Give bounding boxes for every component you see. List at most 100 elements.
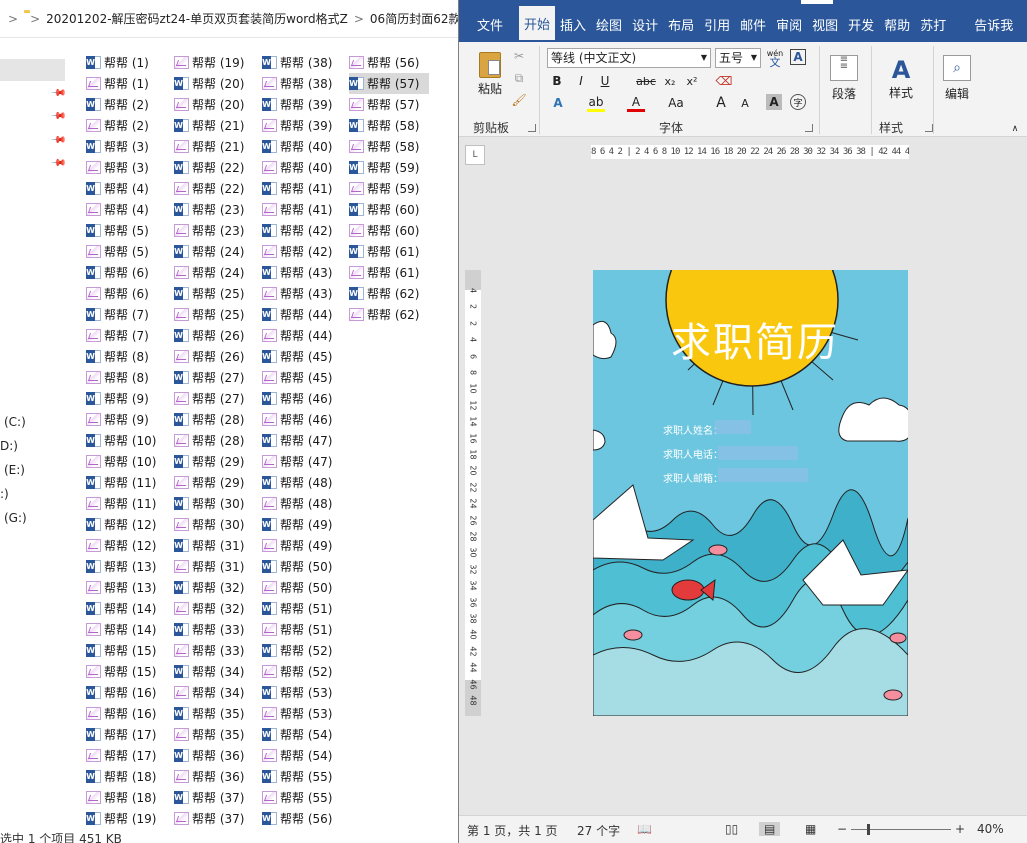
file-item[interactable]: 帮帮 (45) — [262, 346, 342, 367]
file-item[interactable]: 帮帮 (23) — [174, 199, 254, 220]
zoom-level[interactable]: 40% — [977, 822, 1004, 836]
font-size-select[interactable]: 五号 ▼ — [715, 48, 761, 68]
address-bar[interactable]: > > 20201202-解压密码zt24-单页双页套装简历word格式Z > … — [0, 0, 458, 38]
file-item[interactable]: 帮帮 (37) — [174, 787, 254, 808]
paragraph-button[interactable]: ≡ ≡ 段落 — [825, 46, 863, 110]
font-color-icon[interactable]: A — [627, 94, 645, 112]
file-item[interactable]: 帮帮 (20) — [174, 94, 254, 115]
file-item[interactable]: 帮帮 (11) — [86, 472, 166, 493]
file-item[interactable]: 帮帮 (19) — [174, 52, 254, 73]
tab-0[interactable]: 文件 — [459, 6, 519, 42]
tab-9[interactable]: 视图 — [807, 6, 843, 42]
file-item[interactable]: 帮帮 (48) — [262, 472, 342, 493]
file-item[interactable]: 帮帮 (54) — [262, 745, 342, 766]
file-item[interactable]: 帮帮 (31) — [174, 535, 254, 556]
breadcrumb-folder[interactable]: 20201202-解压密码zt24-单页双页套装简历word格式Z — [46, 10, 348, 27]
file-item[interactable]: 帮帮 (44) — [262, 325, 342, 346]
file-item[interactable]: 帮帮 (19) — [86, 808, 166, 829]
tab-12[interactable]: 苏打 — [915, 6, 951, 42]
file-item[interactable]: 帮帮 (37) — [174, 808, 254, 829]
file-item[interactable]: 帮帮 (7) — [86, 304, 166, 325]
file-item[interactable]: 帮帮 (62) — [349, 304, 429, 325]
file-item[interactable]: 帮帮 (26) — [174, 325, 254, 346]
file-item[interactable]: 帮帮 (24) — [174, 262, 254, 283]
file-item[interactable]: 帮帮 (22) — [174, 178, 254, 199]
char-shading-icon[interactable]: A — [766, 94, 782, 110]
tab-7[interactable]: 邮件 — [735, 6, 771, 42]
file-item[interactable]: 帮帮 (35) — [174, 703, 254, 724]
file-item[interactable]: 帮帮 (55) — [262, 787, 342, 808]
file-item[interactable]: 帮帮 (29) — [174, 472, 254, 493]
file-item[interactable]: 帮帮 (27) — [174, 367, 254, 388]
styles-button[interactable]: A 样式 — [881, 46, 921, 110]
file-item[interactable]: 帮帮 (57) — [349, 94, 429, 115]
zoom-slider[interactable] — [851, 829, 951, 830]
file-item[interactable]: 帮帮 (8) — [86, 346, 166, 367]
file-item[interactable]: 帮帮 (9) — [86, 388, 166, 409]
collapse-ribbon-icon[interactable]: ∧ — [1009, 124, 1021, 134]
file-item[interactable]: 帮帮 (7) — [86, 325, 166, 346]
drive-e[interactable]: (E:) — [4, 463, 25, 477]
file-item[interactable]: 帮帮 (25) — [174, 304, 254, 325]
file-item[interactable]: 帮帮 (15) — [86, 661, 166, 682]
file-item[interactable]: 帮帮 (36) — [174, 745, 254, 766]
file-item[interactable]: 帮帮 (6) — [86, 262, 166, 283]
word-count[interactable]: 27 个字 — [577, 822, 620, 839]
drive-c[interactable]: (C:) — [4, 415, 26, 429]
file-item[interactable]: 帮帮 (62) — [349, 283, 429, 304]
drive-g[interactable]: (G:) — [4, 511, 27, 525]
file-item[interactable]: 帮帮 (5) — [86, 220, 166, 241]
file-item[interactable]: 帮帮 (38) — [262, 52, 342, 73]
file-item[interactable]: 帮帮 (12) — [86, 514, 166, 535]
file-item[interactable]: 帮帮 (10) — [86, 451, 166, 472]
file-item[interactable]: 帮帮 (51) — [262, 598, 342, 619]
tab-13[interactable]: 告诉我 — [969, 6, 1018, 42]
copy-icon[interactable]: ⧉ — [511, 70, 527, 86]
file-item[interactable]: 帮帮 (11) — [86, 493, 166, 514]
file-item[interactable]: 帮帮 (49) — [262, 535, 342, 556]
file-item[interactable]: 帮帮 (46) — [262, 388, 342, 409]
file-item[interactable]: 帮帮 (47) — [262, 451, 342, 472]
file-item[interactable]: 帮帮 (23) — [174, 220, 254, 241]
page-info[interactable]: 第 1 页，共 1 页 — [467, 822, 558, 839]
file-item[interactable]: 帮帮 (28) — [174, 409, 254, 430]
file-item[interactable]: 帮帮 (52) — [262, 640, 342, 661]
editing-button[interactable]: ⌕ 编辑 — [939, 46, 975, 110]
file-item[interactable]: 帮帮 (12) — [86, 535, 166, 556]
file-item[interactable]: 帮帮 (43) — [262, 283, 342, 304]
file-item[interactable]: 帮帮 (22) — [174, 157, 254, 178]
file-item[interactable]: 帮帮 (18) — [86, 787, 166, 808]
file-item[interactable]: 帮帮 (10) — [86, 430, 166, 451]
file-item[interactable]: 帮帮 (51) — [262, 619, 342, 640]
cut-icon[interactable]: ✂ — [511, 48, 527, 64]
file-item[interactable]: 帮帮 (14) — [86, 619, 166, 640]
file-item[interactable]: 帮帮 (44) — [262, 304, 342, 325]
shrink-font-button[interactable]: A — [737, 94, 753, 112]
tab-2[interactable]: 插入 — [555, 6, 591, 42]
file-item[interactable]: 帮帮 (32) — [174, 598, 254, 619]
ruler-scale[interactable]: 8 6 4 2 | 2 4 6 8 10 12 14 16 18 20 22 2… — [591, 145, 909, 159]
phonetic-guide-button[interactable]: wén 文 — [766, 46, 784, 70]
tab-selector[interactable]: L — [465, 145, 485, 165]
tab-1[interactable]: 开始 — [519, 6, 556, 42]
tab-4[interactable]: 设计 — [627, 6, 663, 42]
file-item[interactable]: 帮帮 (59) — [349, 157, 429, 178]
file-item[interactable]: 帮帮 (39) — [262, 115, 342, 136]
file-item[interactable]: 帮帮 (55) — [262, 766, 342, 787]
file-item[interactable]: 帮帮 (61) — [349, 241, 429, 262]
file-item[interactable]: 帮帮 (21) — [174, 115, 254, 136]
format-painter-icon[interactable]: 🖌 — [511, 92, 527, 108]
proofing-icon[interactable]: 📖 — [637, 822, 652, 836]
file-item[interactable]: 帮帮 (16) — [86, 703, 166, 724]
file-item[interactable]: 帮帮 (46) — [262, 409, 342, 430]
file-item[interactable]: 帮帮 (15) — [86, 640, 166, 661]
tab-6[interactable]: 引用 — [699, 6, 735, 42]
clear-format-icon[interactable]: ⌫ — [715, 72, 733, 90]
file-item[interactable]: 帮帮 (59) — [349, 178, 429, 199]
file-item[interactable]: 帮帮 (50) — [262, 577, 342, 598]
file-item[interactable]: 帮帮 (34) — [174, 661, 254, 682]
zoom-in-button[interactable]: + — [955, 822, 965, 836]
file-item[interactable]: 帮帮 (58) — [349, 115, 429, 136]
file-item[interactable]: 帮帮 (2) — [86, 94, 166, 115]
file-item[interactable]: 帮帮 (13) — [86, 577, 166, 598]
